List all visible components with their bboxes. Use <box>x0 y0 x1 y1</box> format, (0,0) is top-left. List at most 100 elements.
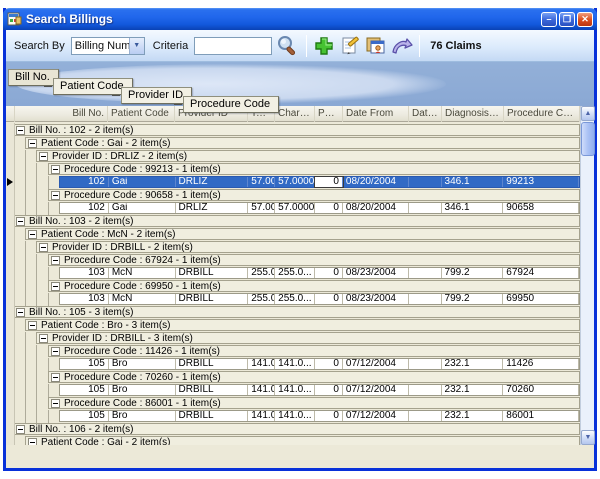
grid-cell[interactable]: Gai <box>109 177 176 187</box>
grid-cell[interactable]: Bro <box>109 411 176 421</box>
grid-cell[interactable]: 141.0... <box>248 359 275 369</box>
grid-cell[interactable]: 346.1 <box>442 177 504 187</box>
report-icon[interactable] <box>364 34 388 58</box>
group-row[interactable]: Procedure Code : 86001 - 1 item(s) <box>48 397 580 409</box>
grid-cell[interactable]: 103 <box>60 294 109 304</box>
group-row[interactable]: Provider ID : DRBILL - 2 item(s) <box>36 241 580 253</box>
grid-cell[interactable]: McN <box>109 268 176 278</box>
group-row[interactable]: Patient Code : Gai - 2 item(s) <box>25 137 580 149</box>
grid-cell[interactable]: DRBILL <box>176 359 249 369</box>
collapse-minus-icon[interactable] <box>28 139 37 148</box>
grid-cell[interactable]: 102 <box>60 203 109 213</box>
grid-cell[interactable]: 90658 <box>503 203 579 213</box>
grid-cell[interactable]: 08/23/2004 <box>343 268 409 278</box>
collapse-minus-icon[interactable] <box>28 438 37 445</box>
collapse-minus-icon[interactable] <box>16 425 25 434</box>
scroll-up-icon[interactable]: ▲ <box>581 106 595 121</box>
data-row[interactable]: 102GaiDRLIZ57.00...57.0000008/20/2004346… <box>59 202 580 214</box>
grid-cell[interactable]: 799.2 <box>442 268 504 278</box>
collapse-minus-icon[interactable] <box>51 256 60 265</box>
grid-cell[interactable]: 232.1 <box>442 411 504 421</box>
data-row[interactable]: 103McNDRBILL255.0...255.0...008/23/20047… <box>59 293 580 305</box>
vertical-scrollbar[interactable]: ▲ ▼ <box>580 106 594 445</box>
column-header-gutter[interactable] <box>6 106 15 122</box>
grid-cell[interactable] <box>409 177 442 187</box>
grid-cell[interactable]: 255.0... <box>275 268 315 278</box>
grid-cell[interactable]: 0 <box>315 385 343 395</box>
data-row[interactable]: 105BroDRBILL141.0...141.0...007/12/20042… <box>59 410 580 422</box>
group-row[interactable]: Patient Code : Gai - 2 item(s) <box>25 436 580 445</box>
chevron-down-icon[interactable]: ▼ <box>129 38 144 54</box>
grid-cell[interactable]: 0 <box>315 294 343 304</box>
grid-cell[interactable]: 105 <box>60 359 109 369</box>
grid-cell[interactable]: 105 <box>60 385 109 395</box>
column-header-patient-code[interactable]: Patient Code <box>108 106 175 122</box>
column-header-date-to[interactable]: Date To <box>409 106 442 122</box>
grid-cell[interactable] <box>409 294 442 304</box>
grid-cell[interactable]: Bro <box>109 385 176 395</box>
group-row[interactable]: Patient Code : McN - 2 item(s) <box>25 228 580 240</box>
grid-cell[interactable]: 57.0000 <box>275 177 315 187</box>
grid-cell[interactable]: 67924 <box>503 268 579 278</box>
grid-cell[interactable]: 141.0... <box>275 359 315 369</box>
data-row[interactable]: 105BroDRBILL141.0...141.0...007/12/20042… <box>59 384 580 396</box>
group-row[interactable]: Procedure Code : 99213 - 1 item(s) <box>48 163 580 175</box>
group-row[interactable]: Provider ID : DRLIZ - 2 item(s) <box>36 150 580 162</box>
criteria-input[interactable] <box>194 37 272 55</box>
grid-cell[interactable]: 0 <box>315 203 343 213</box>
collapse-minus-icon[interactable] <box>51 373 60 382</box>
grid-cell[interactable]: 07/12/2004 <box>343 385 409 395</box>
grid-cell[interactable]: DRBILL <box>176 385 249 395</box>
minimize-button[interactable]: – <box>541 12 557 27</box>
column-header-payme-[interactable]: Payme... <box>315 106 343 122</box>
grid-cell[interactable] <box>409 411 442 421</box>
grid-cell[interactable]: 57.0000 <box>275 203 315 213</box>
grid-cell[interactable]: 08/23/2004 <box>343 294 409 304</box>
grid-cell[interactable]: DRBILL <box>176 268 249 278</box>
data-row[interactable]: 105BroDRBILL141.0...141.0...007/12/20042… <box>59 358 580 370</box>
grid-cell[interactable]: 141.0... <box>275 411 315 421</box>
collapse-minus-icon[interactable] <box>51 191 60 200</box>
grid-cell[interactable]: 0 <box>315 268 343 278</box>
grid-cell[interactable]: 141.0... <box>248 411 275 421</box>
data-row-selected[interactable]: 102GaiDRLIZ57.00...57.0000008/20/2004346… <box>59 176 580 188</box>
column-header-date-from[interactable]: Date From <box>343 106 409 122</box>
grid-cell[interactable]: 0 <box>315 359 343 369</box>
grid-cell[interactable]: 103 <box>60 268 109 278</box>
collapse-minus-icon[interactable] <box>16 308 25 317</box>
grid-cell[interactable]: 255.0... <box>275 294 315 304</box>
grid-cell[interactable]: 141.0... <box>248 385 275 395</box>
payment-edit-cell[interactable]: 0 <box>315 177 343 187</box>
collapse-minus-icon[interactable] <box>28 230 37 239</box>
grid-cell[interactable] <box>409 268 442 278</box>
column-header-charges[interactable]: Charges <box>275 106 315 122</box>
group-row[interactable]: Bill No. : 106 - 2 item(s) <box>13 423 580 435</box>
add-icon[interactable] <box>312 34 336 58</box>
grid-cell[interactable]: DRLIZ <box>176 177 249 187</box>
close-button[interactable]: ✕ <box>577 12 593 27</box>
collapse-minus-icon[interactable] <box>39 243 48 252</box>
scroll-down-icon[interactable]: ▼ <box>581 430 595 445</box>
scrollbar-thumb[interactable] <box>581 122 595 156</box>
collapse-minus-icon[interactable] <box>28 321 37 330</box>
grid-cell[interactable]: 07/12/2004 <box>343 411 409 421</box>
group-row[interactable]: Patient Code : Bro - 3 item(s) <box>25 319 580 331</box>
collapse-minus-icon[interactable] <box>51 165 60 174</box>
grid-cell[interactable]: DRBILL <box>176 294 249 304</box>
group-box-procedure-code[interactable]: Procedure Code <box>183 96 279 113</box>
group-row[interactable]: Procedure Code : 11426 - 1 item(s) <box>48 345 580 357</box>
grid-cell[interactable]: Gai <box>109 203 176 213</box>
grid-cell[interactable]: Bro <box>109 359 176 369</box>
column-header-diagnosis-code[interactable]: Diagnosis Code <box>442 106 504 122</box>
data-row[interactable]: 103McNDRBILL255.0...255.0...008/23/20047… <box>59 267 580 279</box>
grid-cell[interactable] <box>409 359 442 369</box>
grid-cell[interactable]: 255.0... <box>248 268 275 278</box>
edit-icon[interactable] <box>338 34 362 58</box>
grid-cell[interactable]: 11426 <box>503 359 579 369</box>
collapse-minus-icon[interactable] <box>39 152 48 161</box>
collapse-minus-icon[interactable] <box>51 399 60 408</box>
collapse-minus-icon[interactable] <box>51 282 60 291</box>
grid-cell[interactable]: 102 <box>60 177 109 187</box>
collapse-minus-icon[interactable] <box>16 126 25 135</box>
group-box-provider-id[interactable]: Provider ID <box>121 87 192 104</box>
